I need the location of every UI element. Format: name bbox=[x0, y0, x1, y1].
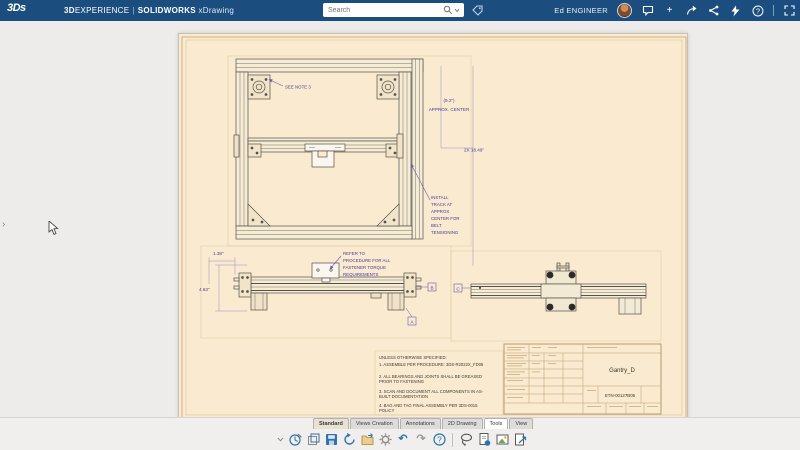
dim-4-63: 4.63" bbox=[199, 287, 210, 292]
svg-text:BUILT DOCUMENTATION: BUILT DOCUMENTATION bbox=[379, 394, 428, 399]
svg-text:BELT: BELT bbox=[431, 223, 442, 228]
action-bar: Standard Views Creation Annotations 2D D… bbox=[0, 417, 800, 450]
titleblock-microtext bbox=[507, 347, 658, 407]
snapshot-image-icon[interactable] bbox=[494, 431, 510, 449]
markup-icon[interactable] bbox=[287, 431, 303, 449]
dim-approx-center-label: APPROX. CENTER bbox=[429, 107, 470, 112]
general-notes: UNLESS OTHERWISE SPECIFIED: 1. ASSEMBLE … bbox=[375, 351, 503, 415]
user-name[interactable]: Ed ENGINEER bbox=[554, 6, 608, 15]
toolbar-divider bbox=[452, 433, 453, 447]
tag-icon[interactable] bbox=[471, 4, 484, 17]
help-icon[interactable]: ? bbox=[751, 4, 764, 18]
action-bar-tabs: Standard Views Creation Annotations 2D D… bbox=[313, 417, 534, 429]
brand-3d: 3D bbox=[64, 6, 75, 15]
tab-tools[interactable]: Tools bbox=[484, 418, 509, 429]
side-view[interactable] bbox=[234, 263, 421, 310]
refresh-icon[interactable] bbox=[341, 431, 357, 449]
save-icon[interactable] bbox=[323, 431, 339, 449]
svg-text:CENTER FOR: CENTER FOR bbox=[431, 216, 460, 221]
toolbar-overflow-chevron[interactable] bbox=[276, 431, 285, 449]
callout-b: B bbox=[430, 286, 433, 291]
brand-separator: | bbox=[132, 6, 134, 15]
help-toolbar-icon[interactable]: ? bbox=[431, 431, 447, 449]
install-track-note: INSTALL TRACK AT APPROX CENTER FOR BELT … bbox=[431, 195, 460, 235]
xdrawing-app-window: 3Ds 3DEXPERIENCE| SOLIDWORKS xDrawing Ed … bbox=[0, 0, 800, 450]
torque-note: REFER TO PROCEDURE FOR ALL FASTENER TORQ… bbox=[343, 251, 391, 277]
add-icon[interactable]: + bbox=[663, 4, 676, 18]
see-note-annotation: SEE NOTE 3 bbox=[285, 85, 311, 90]
top-view-annotations: C bbox=[454, 284, 471, 292]
app-title: 3DEXPERIENCE| SOLIDWORKS xDrawing bbox=[64, 6, 234, 15]
svg-text:POLICY: POLICY bbox=[379, 408, 395, 413]
topbar-right-cluster: Ed ENGINEER + bbox=[554, 0, 798, 21]
drawing-sheet[interactable]: (9.2") APPROX. CENTER 2X 18.49" SEE NOTE… bbox=[178, 33, 688, 420]
corner-plate-left bbox=[248, 75, 270, 99]
viewport[interactable]: › bbox=[0, 21, 800, 417]
svg-text:TENSIONING: TENSIONING bbox=[431, 230, 459, 235]
svg-text:INSTALL: INSTALL bbox=[431, 195, 449, 200]
brand-product: SOLIDWORKS bbox=[138, 6, 196, 15]
settings-gear-icon[interactable] bbox=[377, 431, 393, 449]
brand-experience: EXPERIENCE bbox=[75, 6, 130, 15]
top-bar: 3Ds 3DEXPERIENCE| SOLIDWORKS xDrawing Ed … bbox=[0, 0, 800, 21]
tab-standard[interactable]: Standard bbox=[313, 418, 349, 429]
svg-text:TRACK AT: TRACK AT bbox=[431, 202, 452, 207]
search-input[interactable] bbox=[326, 6, 443, 15]
titleblock-dwg-no: ETN-00127B05 bbox=[605, 393, 636, 398]
export-document-icon[interactable] bbox=[476, 431, 492, 449]
svg-text:PRIOR TO FASTENING: PRIOR TO FASTENING bbox=[379, 379, 424, 384]
search-bar[interactable] bbox=[323, 3, 464, 17]
top-view[interactable] bbox=[471, 263, 646, 314]
tab-annotations[interactable]: Annotations bbox=[400, 418, 441, 429]
comment-icon[interactable] bbox=[641, 4, 654, 18]
section-box-icon[interactable] bbox=[305, 431, 321, 449]
mouse-cursor bbox=[48, 221, 61, 236]
svg-text:REQUIREMENTS: REQUIREMENTS bbox=[343, 272, 378, 277]
callout-a: A bbox=[410, 320, 414, 325]
community-icon[interactable] bbox=[707, 4, 720, 18]
svg-text:PROCEDURE FOR ALL: PROCEDURE FOR ALL bbox=[343, 258, 391, 263]
lasso-select-icon[interactable] bbox=[458, 431, 474, 449]
lightning-icon[interactable] bbox=[729, 4, 742, 18]
svg-text:?: ? bbox=[755, 6, 759, 15]
dim-rail-2x: 2X 18.49" bbox=[464, 148, 484, 153]
brand-app-name: xDrawing bbox=[198, 6, 234, 15]
titleblock-title: Gantry_D bbox=[609, 368, 635, 374]
fullscreen-icon[interactable] bbox=[783, 4, 796, 18]
svg-text:REFER TO: REFER TO bbox=[343, 251, 366, 256]
undo-icon[interactable]: ↶ bbox=[395, 431, 411, 449]
carriage bbox=[305, 144, 345, 167]
dim-approx-center-value: (9.2") bbox=[443, 98, 455, 103]
user-avatar[interactable] bbox=[617, 3, 632, 18]
svg-text:APPROX: APPROX bbox=[431, 209, 449, 214]
tab-2d-drawing[interactable]: 2D Drawing bbox=[442, 418, 483, 429]
callout-c: C bbox=[456, 287, 460, 292]
tab-view[interactable]: View bbox=[509, 418, 533, 429]
svg-text:1. ASSEMBLE PER PROCEDURE: 3DS: 1. ASSEMBLE PER PROCEDURE: 3DS-R2022X_FD… bbox=[379, 362, 484, 367]
dim-1-38: 1.38" bbox=[213, 251, 224, 256]
corner-plate-right bbox=[377, 75, 399, 99]
topbar-divider bbox=[773, 5, 774, 16]
search-icon[interactable] bbox=[443, 5, 453, 15]
share-document-icon[interactable] bbox=[512, 431, 528, 449]
panel-expand-chevron[interactable]: › bbox=[2, 219, 5, 230]
send-folder-icon[interactable] bbox=[359, 431, 375, 449]
tab-views-creation[interactable]: Views Creation bbox=[350, 418, 399, 429]
svg-text:FASTENER TORQUE: FASTENER TORQUE bbox=[343, 265, 386, 270]
action-bar-icons: ↶ ↷ ? bbox=[276, 429, 528, 450]
title-block: Gantry_D ETN-00127B05 bbox=[504, 344, 661, 414]
notes-header: UNLESS OTHERWISE SPECIFIED: bbox=[379, 355, 447, 360]
search-dropdown-chevron[interactable] bbox=[453, 6, 461, 14]
redo-icon[interactable]: ↷ bbox=[413, 431, 429, 449]
top-view-carriage bbox=[541, 263, 581, 311]
svg-text:?: ? bbox=[437, 435, 442, 444]
dassault-3ds-logo: 3Ds bbox=[7, 2, 26, 14]
front-view[interactable] bbox=[234, 59, 423, 239]
share-icon[interactable] bbox=[685, 4, 698, 18]
